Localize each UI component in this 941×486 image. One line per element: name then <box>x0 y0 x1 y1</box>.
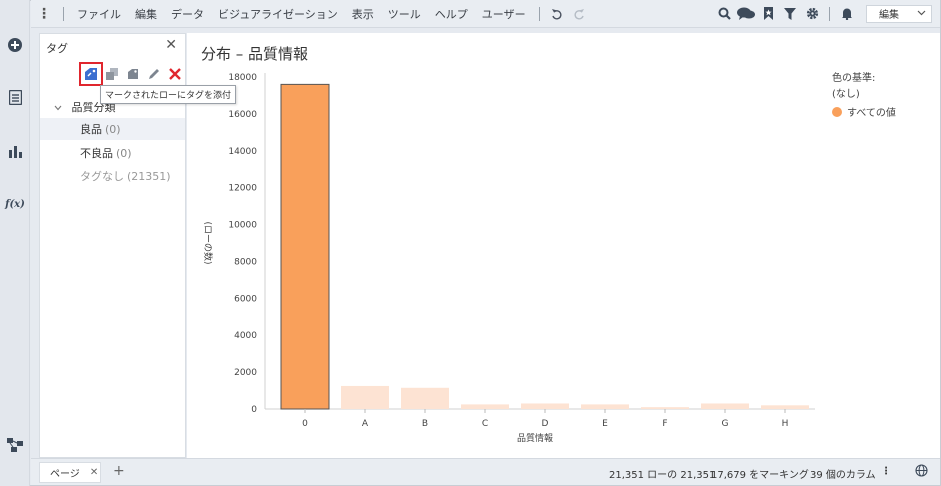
column-count-status: 39 個のカラム <box>810 470 876 481</box>
legend-label: すべての値 <box>847 108 896 119</box>
bar-chart[interactable]: 0 2000 4000 6000 8000 10000 12000 14000 16000 180… <box>187 33 940 458</box>
tag-item[interactable]: 良品 (0) <box>40 118 185 140</box>
page-tab-label: ページ <box>50 469 80 480</box>
chevron-down-icon <box>917 8 926 19</box>
tag-marked-rows-button[interactable] <box>79 62 103 86</box>
legend-subtitle: (なし) <box>832 89 860 100</box>
x-tick-label: C <box>482 419 488 429</box>
data-table-icon[interactable] <box>6 88 24 106</box>
menu-user[interactable]: ユーザー <box>475 6 533 22</box>
menu-separator <box>829 6 830 21</box>
data-flow-icon[interactable] <box>6 436 24 454</box>
x-axis-title: 品質情報 <box>517 432 553 444</box>
y-tick-label: 4000 <box>234 331 257 341</box>
menu-data[interactable]: データ <box>164 6 211 22</box>
y-tick-label: 6000 <box>234 294 257 304</box>
y-tick-label: 2000 <box>234 368 257 378</box>
tag-item[interactable]: タグなし (21351) <box>40 165 185 187</box>
bar[interactable] <box>461 404 509 409</box>
bar[interactable] <box>641 407 689 409</box>
delete-icon[interactable] <box>166 65 184 83</box>
untag-rows-icon[interactable] <box>103 65 121 83</box>
menu-bar: ⋮ ファイル 編集 データ ビジュアライゼーション 表示 ツール ヘルプ ユーザ… <box>31 0 940 28</box>
tag-name: 不良品 <box>80 147 113 160</box>
tags-panel: タグ ✕ マークされたローにタグを添付 品質分類 良品 (0) 不良品 (0) … <box>39 33 237 458</box>
row-count-status: 21,351 ローの 21,351 <box>609 470 716 481</box>
tooltip: マークされたローにタグを添付 <box>100 85 237 104</box>
y-tick-label: 14000 <box>228 147 257 157</box>
bar[interactable] <box>761 405 809 409</box>
menu-separator <box>538 6 540 21</box>
x-tick-label: 0 <box>302 419 308 429</box>
bar[interactable] <box>581 404 629 409</box>
add-icon[interactable] <box>6 36 24 54</box>
mode-select-value: 編集 <box>879 10 899 21</box>
mode-select[interactable]: 編集 <box>866 4 932 23</box>
y-tick-label: 18000 <box>228 73 257 83</box>
legend-item[interactable]: すべての値 <box>832 104 896 119</box>
menu-file[interactable]: ファイル <box>70 6 128 22</box>
more-menu-icon[interactable]: ⋮ <box>31 6 57 22</box>
tag-name: タグなし <box>80 170 124 183</box>
globe-icon[interactable] <box>915 464 928 480</box>
close-icon[interactable]: ✕ <box>90 467 98 478</box>
tag-count: (0) <box>116 146 132 160</box>
status-bar: ページ ✕ + 21,351 ローの 21,351 17,679 をマーキング … <box>31 458 940 485</box>
y-tick-label: 12000 <box>228 184 257 194</box>
menu-edit[interactable]: 編集 <box>128 6 164 22</box>
gear-icon[interactable] <box>801 3 823 25</box>
add-page-icon[interactable]: + <box>113 463 125 479</box>
bar[interactable] <box>521 403 569 409</box>
y-tick-label: 8000 <box>234 257 257 267</box>
x-tick-label: E <box>602 419 608 429</box>
y-axis-title: (ローの数) <box>202 221 214 264</box>
legend-title: 色の基準: <box>832 73 876 84</box>
expression-icon[interactable]: f(x) <box>5 195 25 213</box>
bar[interactable] <box>280 83 330 410</box>
tags-panel-title: タグ <box>46 42 68 55</box>
menu-tools[interactable]: ツール <box>381 6 428 22</box>
chevron-down-icon <box>54 101 66 114</box>
bar[interactable] <box>401 387 449 409</box>
x-tick-label: H <box>782 419 789 429</box>
visualization-icon[interactable] <box>6 142 24 160</box>
more-options-icon[interactable]: ⋮ <box>881 466 891 477</box>
left-rail: f(x) <box>0 0 30 486</box>
pencil-icon[interactable] <box>145 65 163 83</box>
notification-bell-icon[interactable] <box>836 3 858 25</box>
legend-swatch <box>832 106 842 117</box>
menu-visualization[interactable]: ビジュアライゼーション <box>211 6 345 22</box>
x-tick-label: F <box>662 419 667 429</box>
new-tag-icon[interactable] <box>124 65 142 83</box>
bookmark-icon[interactable] <box>757 3 779 25</box>
x-tick-label: B <box>422 419 428 429</box>
menu-help[interactable]: ヘルプ <box>428 6 475 22</box>
y-tick-label: 10000 <box>228 221 257 231</box>
tags-toolbar <box>79 62 184 86</box>
search-icon[interactable] <box>713 3 735 25</box>
tag-count: (0) <box>105 122 121 136</box>
menu-separator <box>63 6 64 21</box>
undo-icon[interactable] <box>546 3 568 25</box>
y-tick-label: 16000 <box>228 110 257 120</box>
y-tick-label: 0 <box>251 405 257 415</box>
x-tick-label: G <box>722 419 729 429</box>
collaboration-icon[interactable] <box>735 3 757 25</box>
redo-icon[interactable] <box>568 3 590 25</box>
tag-count: (21351) <box>127 169 171 183</box>
page-tab[interactable]: ページ ✕ <box>39 462 101 483</box>
menu-view[interactable]: 表示 <box>345 6 381 22</box>
x-tick-label: D <box>542 419 549 429</box>
chart-panel: 分布 – 品質情報 0 2000 4000 6000 8000 10000 12000 140… <box>187 33 940 458</box>
bar[interactable] <box>701 403 749 409</box>
tag-name: 良品 <box>80 123 102 136</box>
marked-count-status: 17,679 をマーキング <box>711 470 809 481</box>
filter-icon[interactable] <box>779 3 801 25</box>
tag-item[interactable]: 不良品 (0) <box>40 142 185 164</box>
x-tick-label: A <box>362 419 369 429</box>
bar[interactable] <box>341 385 389 409</box>
close-icon[interactable]: ✕ <box>165 37 177 53</box>
